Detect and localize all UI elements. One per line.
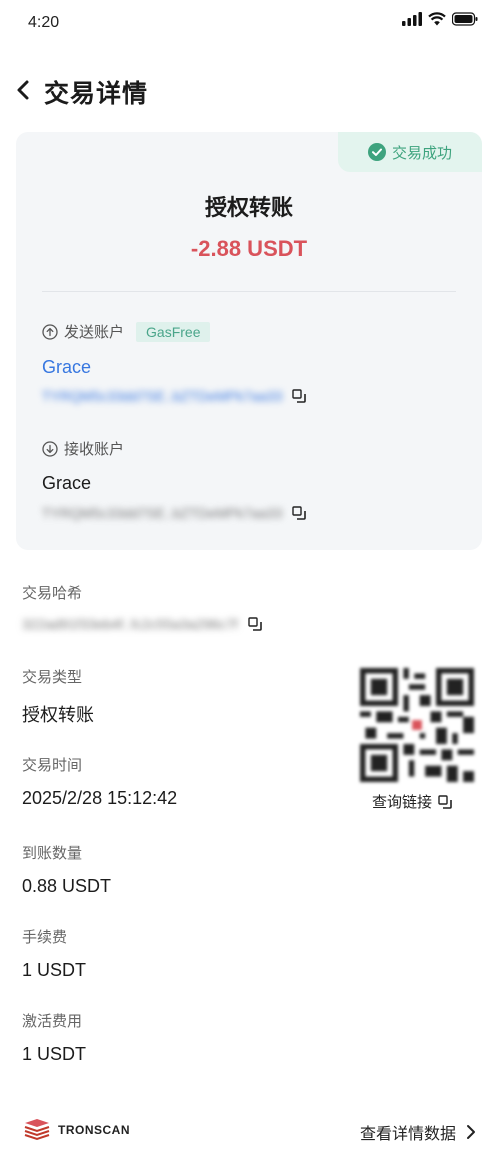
hash-label: 交易哈希: [22, 585, 83, 602]
activation-fee-label: 激活费用: [22, 1013, 83, 1030]
divider: [42, 291, 456, 292]
status-text: 交易成功: [391, 144, 452, 162]
hash-value: 322ad91f33eb4f..fc2c55a3a296c7f: [22, 616, 238, 632]
sender-label: 发送账户: [64, 324, 125, 341]
wifi-icon: [428, 12, 446, 26]
type-label: 交易类型: [22, 669, 83, 686]
receiver-name: Grace: [42, 473, 92, 493]
status-bar: 4:20: [0, 0, 502, 46]
tronscan-logo-icon: [24, 1119, 50, 1141]
time-value: 2025/2/28 15:12:42: [22, 788, 178, 808]
gasfree-badge: GasFree: [136, 321, 211, 342]
time-label: 交易时间: [22, 757, 83, 774]
sender-address[interactable]: TYRQM5c33dd7SE..bZTDeMPk7aa33: [42, 388, 282, 404]
qr-code-image: [360, 668, 474, 782]
receiver-address-row: TYRQM5c33dd7SE..bZTDeMPk7aa33: [42, 505, 307, 521]
received-label: 到账数量: [22, 845, 83, 862]
tx-type-title: 授权转账: [204, 195, 293, 220]
footer: TRONSCAN 查看详情数据: [0, 1112, 502, 1152]
check-circle-icon: [367, 143, 386, 161]
copy-icon: [438, 794, 452, 809]
copy-hash-button[interactable]: [247, 617, 262, 631]
copy-icon: [292, 506, 307, 520]
sender-address-row: TYRQM5c33dd7SE..bZTDeMPk7aa33: [42, 388, 307, 404]
type-value: 授权转账: [22, 705, 94, 725]
qr-block: 查询链接: [360, 668, 474, 811]
view-details-link[interactable]: 查看详情数据: [360, 1120, 476, 1144]
back-button[interactable]: [12, 76, 36, 104]
sender-label-row: 发送账户 GasFree: [42, 321, 211, 342]
transaction-card: 交易成功 授权转账 -2.88 USDT 发送账户 GasFree Grace …: [16, 132, 482, 550]
chevron-left-icon: [17, 80, 29, 100]
battery-icon: [452, 12, 478, 26]
sender-name[interactable]: Grace: [42, 357, 91, 378]
tx-amount: -2.88 USDT: [190, 236, 308, 261]
query-link-label: 查询链接: [372, 794, 433, 811]
copy-receiver-button[interactable]: [292, 506, 307, 520]
status-icons: [402, 12, 478, 26]
tronscan-brand: TRONSCAN: [22, 1118, 130, 1142]
fee-value: 1 USDT: [22, 960, 87, 980]
status-time: 4:20: [28, 14, 60, 31]
arrow-down-circle-icon: [42, 440, 58, 457]
copy-sender-button[interactable]: [292, 389, 307, 403]
view-details-label: 查看详情数据: [359, 1126, 456, 1143]
arrow-up-circle-icon: [42, 323, 58, 340]
copy-icon: [247, 617, 262, 631]
receiver-label: 接收账户: [64, 441, 125, 458]
signal-icon: [402, 12, 422, 26]
query-link-button[interactable]: 查询链接: [372, 791, 452, 812]
fee-label: 手续费: [22, 929, 68, 946]
copy-icon: [292, 389, 307, 403]
receiver-address: TYRQM5c33dd7SE..bZTDeMPk7aa33: [42, 505, 283, 521]
received-value: 0.88 USDT: [22, 876, 112, 896]
chevron-right-icon: [467, 1125, 475, 1139]
activation-fee-value: 1 USDT: [22, 1044, 87, 1064]
hash-row: 322ad91f33eb4f..fc2c55a3a296c7f: [22, 616, 262, 632]
header: 交易详情: [0, 70, 502, 110]
brand-name: TRONSCAN: [58, 1123, 130, 1137]
page-title: 交易详情: [44, 80, 149, 108]
status-badge: 交易成功: [338, 132, 482, 172]
receiver-label-row: 接收账户: [42, 438, 124, 459]
